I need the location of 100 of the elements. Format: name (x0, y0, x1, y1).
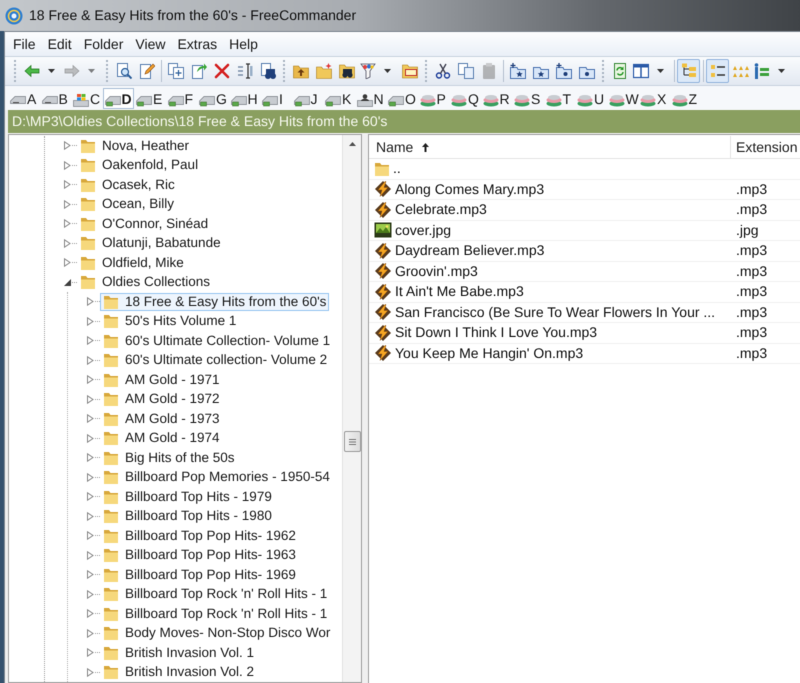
file-name[interactable]: Daydream Believer.mp3 (395, 240, 544, 262)
document-pencil-icon (138, 63, 154, 79)
tree-item[interactable]: Billboard Top Hits - 1979 (100, 488, 275, 506)
tree-item[interactable]: O'Connor, Sinéad (77, 214, 212, 233)
folder-icon (103, 430, 119, 446)
folder-icon (80, 176, 96, 193)
tree-item[interactable]: AM Gold - 1974 (100, 429, 223, 448)
drive-button[interactable]: T (544, 88, 575, 108)
drive-button[interactable]: W (606, 88, 638, 108)
drive-button[interactable]: J (292, 88, 323, 108)
tree-item[interactable]: Ocean, Billy (77, 195, 178, 214)
column-header[interactable]: Extension (730, 136, 800, 158)
tree-item[interactable]: Billboard Top Rock 'n' Roll Hits - 1 (100, 585, 330, 604)
tree-item[interactable]: 60's Ultimate collection- Volume 2 (100, 351, 330, 370)
file-name[interactable]: cover.jpg (395, 220, 452, 241)
tree-item[interactable]: AM Gold - 1971 (100, 370, 223, 389)
tree-item[interactable]: Billboard Top Hits - 1980 (100, 507, 275, 526)
drive-button[interactable]: K (323, 88, 354, 108)
drive-button[interactable]: R (480, 88, 512, 108)
drive-button[interactable]: X (638, 88, 670, 108)
tree-item[interactable]: AM Gold - 1973 (100, 410, 223, 428)
folder-icon (103, 294, 119, 310)
grip-icon (348, 438, 356, 444)
tree-item[interactable]: Olatunji, Babatunde (77, 234, 224, 252)
drive-button[interactable]: U (575, 88, 606, 108)
tree-item[interactable]: Oakenfold, Paul (77, 156, 202, 174)
drive-button[interactable]: E (134, 88, 166, 108)
tree-item[interactable]: Body Moves- Non-Stop Disco Wor (100, 624, 334, 642)
drive-icon (168, 94, 184, 106)
tree-item[interactable]: British Invasion Vol. 2 (100, 663, 258, 682)
tree-item[interactable]: AM Gold - 1972 (100, 390, 223, 408)
drive-button[interactable]: A (8, 88, 40, 108)
caret-icon (384, 69, 391, 73)
file-name[interactable]: Groovin'.mp3 (395, 260, 478, 282)
tree-item[interactable]: British Invasion Vol. 1 (100, 644, 258, 662)
drive-button[interactable]: S (512, 88, 544, 108)
tree-item[interactable]: 18 Free & Easy Hits from the 60's (100, 292, 330, 311)
sort-arrow-icon (422, 142, 430, 152)
drive-icon (388, 94, 404, 106)
drive-button[interactable]: N (354, 88, 386, 108)
tree-item[interactable]: Nova, Heather (77, 136, 192, 155)
system-drive-icon (73, 94, 89, 106)
drive-button[interactable]: B (40, 88, 71, 108)
menu-item[interactable]: Edit (42, 32, 78, 56)
folder-icon (103, 547, 119, 564)
file-name[interactable]: Celebrate.mp3 (395, 199, 487, 220)
menu-item[interactable]: Extras (171, 32, 224, 56)
tree-item[interactable]: Billboard Top Pop Hits- 1962 (100, 526, 299, 545)
menu-item[interactable]: Help (223, 32, 264, 56)
file-extension: .mp3 (735, 262, 768, 281)
folder-icon (103, 352, 119, 368)
tree-item[interactable]: Ocasek, Ric (77, 176, 178, 194)
folder-tag-icon (402, 63, 418, 79)
caret-icon (88, 69, 95, 73)
network-drive-icon (451, 94, 467, 106)
menu-item[interactable]: File (7, 32, 42, 56)
toolbar-button[interactable] (677, 59, 700, 83)
tree-item[interactable]: Billboard Pop Memories - 1950-54 (100, 468, 333, 486)
tree-item[interactable]: Oldfield, Mike (77, 254, 187, 272)
split-panel-icon (633, 63, 649, 79)
scrollbar-thumb[interactable] (344, 431, 360, 452)
menu-item[interactable]: Folder (78, 32, 130, 56)
drive-button[interactable]: G (197, 88, 228, 108)
drive-icon (10, 94, 26, 106)
folder-icon (80, 235, 96, 252)
tree-item[interactable]: Big Hits of the 50s (100, 448, 238, 467)
folder-icon (103, 488, 119, 505)
network-drive-icon (514, 94, 530, 106)
file-name[interactable]: You Keep Me Hangin' On.mp3 (395, 342, 584, 364)
file-name[interactable]: .. (393, 158, 401, 180)
file-extension: .mp3 (735, 200, 768, 220)
folder-binoculars-icon (338, 63, 354, 79)
column-header[interactable]: Name (369, 136, 730, 158)
drive-button[interactable]: F (166, 88, 197, 108)
drive-icon (294, 94, 310, 106)
drive-button[interactable]: Q (449, 88, 480, 108)
drive-button[interactable]: Z (670, 88, 701, 108)
menu-item[interactable]: View (129, 32, 172, 56)
drive-button[interactable]: H (228, 88, 260, 108)
tree-item[interactable]: 50's Hits Volume 1 (100, 312, 240, 330)
tree-item[interactable]: Oldies Collections (77, 273, 214, 292)
folder-icon (103, 391, 119, 408)
tree-item[interactable]: Billboard Top Rock 'n' Roll Hits - 1 (100, 604, 330, 623)
drive-button[interactable]: C (71, 88, 102, 108)
drive-button[interactable]: I (260, 88, 292, 108)
folder-icon (103, 625, 119, 642)
tree-item[interactable]: Billboard Top Pop Hits- 1969 (100, 566, 299, 584)
toolbar-button[interactable] (706, 59, 729, 83)
tree-item[interactable]: 60's Ultimate Collection- Volume 1 (100, 332, 334, 350)
file-name[interactable]: Along Comes Mary.mp3 (395, 178, 544, 200)
file-name[interactable]: San Francisco (Be Sure To Wear Flowers In Your ... (395, 302, 716, 323)
file-name[interactable]: Sit Down I Think I Love You.mp3 (395, 322, 598, 344)
drive-button[interactable]: O (386, 88, 418, 108)
tree-item[interactable]: Billboard Top Pop Hits- 1963 (100, 546, 299, 564)
folder-icon (103, 644, 119, 661)
folder-icon (80, 138, 96, 154)
file-name[interactable]: It Ain't Me Babe.mp3 (395, 281, 524, 302)
folder-icon (103, 372, 119, 388)
drive-button[interactable]: P (418, 88, 449, 108)
drive-button[interactable]: D (102, 88, 134, 108)
